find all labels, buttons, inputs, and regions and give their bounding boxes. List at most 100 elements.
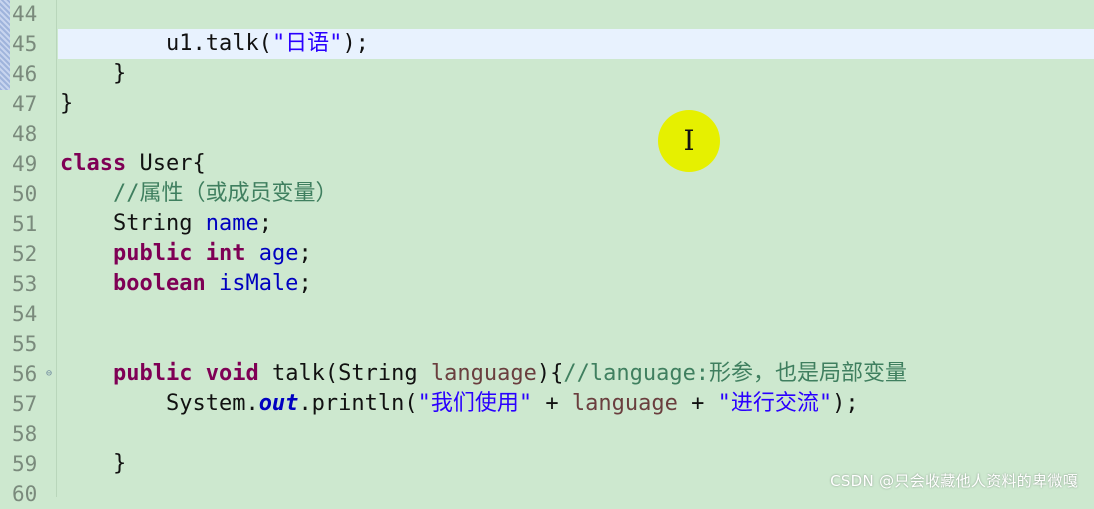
code-text-area[interactable]: u1.talk("日语"); <box>58 29 1094 59</box>
code-token-comment: //属性（或成员变量） <box>112 181 338 206</box>
code-line-45[interactable]: 45 u1.talk("日语"); <box>0 29 1094 59</box>
fold-toggle-icon[interactable]: ⊖ <box>46 359 52 389</box>
code-token: + <box>532 391 572 416</box>
code-text-area[interactable] <box>58 419 1094 449</box>
code-token-static-field: out <box>258 391 299 416</box>
code-token: u1.talk( <box>165 31 272 56</box>
ibeam-cursor-icon: I <box>683 124 695 157</box>
line-number: 57 <box>12 392 38 416</box>
line-number: 58 <box>12 422 38 446</box>
line-number: 45 <box>12 32 38 56</box>
watermark: CSDN @只会收藏他人资料的卑微嘎 <box>830 472 1078 490</box>
code-text: } <box>60 89 73 119</box>
code-line-55[interactable]: 55 <box>0 329 1094 359</box>
code-token: } <box>112 451 127 476</box>
code-text: } <box>60 59 126 89</box>
code-token-str: "进行交流" <box>717 391 833 416</box>
code-token-field: age <box>258 241 299 266</box>
code-text: //属性（或成员变量） <box>60 179 338 209</box>
code-token: User{ <box>126 151 206 176</box>
code-token-field: isMale <box>218 271 299 296</box>
code-token-field: name <box>205 211 259 236</box>
code-token-kw: void <box>205 361 259 386</box>
code-line-53[interactable]: 53 boolean isMale; <box>0 269 1094 299</box>
code-token-kw: public <box>112 361 193 386</box>
code-text-area[interactable]: boolean isMale; <box>58 269 1094 299</box>
line-number: 50 <box>12 182 38 206</box>
code-text-area[interactable] <box>58 119 1094 149</box>
code-text: public int age; <box>60 239 312 269</box>
code-line-58[interactable]: 58 <box>0 419 1094 449</box>
code-line-52[interactable]: 52 public int age; <box>0 239 1094 269</box>
code-text-area[interactable] <box>58 0 1094 29</box>
code-text-area[interactable]: } <box>58 59 1094 89</box>
code-text-area[interactable]: class User{ <box>58 149 1094 179</box>
line-number: 44 <box>12 2 38 26</box>
code-text: String name; <box>60 209 272 239</box>
code-token: talk(String <box>258 361 431 386</box>
line-number: 52 <box>12 242 38 266</box>
line-number: 56 <box>12 362 38 386</box>
code-token: ){ <box>536 361 564 386</box>
code-text-area[interactable]: public int age; <box>58 239 1094 269</box>
code-text-area[interactable] <box>58 329 1094 359</box>
line-number: 59 <box>12 452 38 476</box>
code-token: ); <box>342 31 369 56</box>
code-token-kw: int <box>205 241 246 266</box>
code-text: class User{ <box>60 149 206 179</box>
code-token-param: language <box>571 391 678 416</box>
code-token-kw: class <box>60 151 127 176</box>
code-line-46[interactable]: 46 } <box>0 59 1094 89</box>
code-token: ; <box>258 211 272 236</box>
code-token-kw: boolean <box>112 271 206 296</box>
code-text-area[interactable]: System.out.println("我们使用" + language + "… <box>58 389 1094 419</box>
code-token-comment: //language:形参，也是局部变量 <box>563 361 908 386</box>
code-token-param: language <box>430 361 537 386</box>
code-token: } <box>60 91 74 116</box>
code-line-57[interactable]: 57 System.out.println("我们使用" + language … <box>0 389 1094 419</box>
code-token: ); <box>832 391 859 416</box>
code-editor[interactable]: 44 45 u1.talk("日语"); 46 } 47} 48 49 class User… <box>0 0 1094 506</box>
code-line-56[interactable]: 56 ⊖ public void talk(String language){//… <box>0 359 1094 389</box>
code-text-area[interactable]: String name; <box>58 209 1094 239</box>
code-token: ; <box>298 271 312 296</box>
code-line-44[interactable]: 44 <box>0 0 1094 29</box>
line-number: 54 <box>12 302 38 326</box>
line-number: 47 <box>12 92 38 116</box>
code-line-51[interactable]: 51 String name; <box>0 209 1094 239</box>
code-token-kw: public <box>112 241 193 266</box>
line-number: 55 <box>12 332 38 356</box>
code-token: + <box>677 391 718 416</box>
code-line-50[interactable]: 50 //属性（或成员变量） <box>0 179 1094 209</box>
code-token: ; <box>298 241 312 266</box>
code-token: } <box>112 61 127 86</box>
line-number: 60 <box>12 482 38 506</box>
code-text-area[interactable]: //属性（或成员变量） <box>58 179 1094 209</box>
code-line-54[interactable]: 54 <box>0 299 1094 329</box>
code-text-area[interactable]: public void talk(String language){//lang… <box>58 359 1094 389</box>
line-number: 51 <box>12 212 38 236</box>
code-line-49[interactable]: 49 class User{ <box>0 149 1094 179</box>
code-text: } <box>60 449 126 479</box>
code-line-47[interactable]: 47} <box>0 89 1094 119</box>
code-line-48[interactable]: 48 <box>0 119 1094 149</box>
code-text: System.out.println("我们使用" + language + "… <box>60 389 859 419</box>
code-text-area[interactable] <box>58 299 1094 329</box>
code-text: boolean isMale; <box>60 269 312 299</box>
line-number: 53 <box>12 272 38 296</box>
line-number: 48 <box>12 122 38 146</box>
code-text-area[interactable]: } <box>58 89 1094 119</box>
code-token-str: "我们使用" <box>417 391 533 416</box>
code-token: System. <box>165 391 259 416</box>
